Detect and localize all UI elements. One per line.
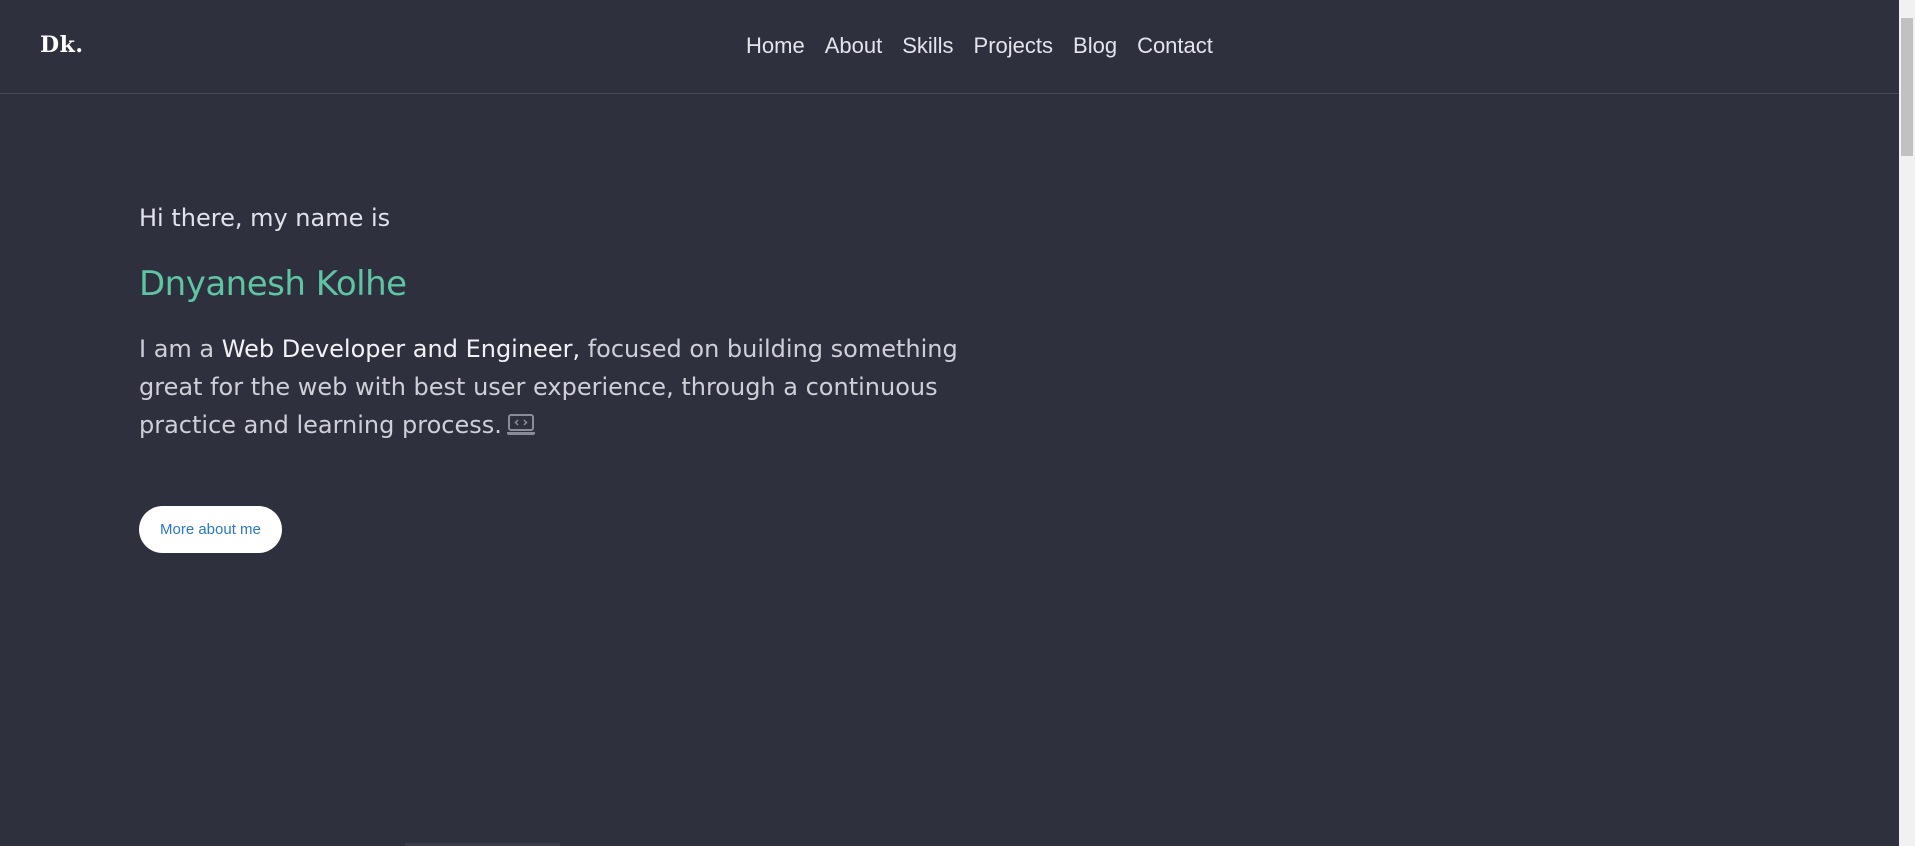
- more-about-me-button[interactable]: More about me: [139, 506, 282, 553]
- hero-section: Hi there, my name is Dnyanesh Kolhe I am…: [139, 200, 959, 553]
- hero-intro: I am a Web Developer and Engineer, focus…: [139, 330, 959, 448]
- intro-highlight: Web Developer and Engineer,: [221, 335, 581, 363]
- hero-greeting: Hi there, my name is: [139, 204, 391, 232]
- nav-link-about[interactable]: About: [825, 32, 883, 60]
- nav-link-skills[interactable]: Skills: [902, 32, 953, 60]
- intro-prefix: I am a: [139, 335, 222, 363]
- site-logo[interactable]: Dk.: [40, 32, 83, 58]
- nav-link-blog[interactable]: Blog: [1073, 32, 1117, 60]
- navbar: Dk. Home About Skills Projects Blog Cont…: [0, 0, 1899, 94]
- page-scrollbar[interactable]: [1899, 0, 1915, 846]
- hero-name: Dnyanesh Kolhe: [139, 264, 407, 304]
- nav-links: Home About Skills Projects Blog Contact: [746, 32, 1213, 60]
- nav-link-home[interactable]: Home: [746, 32, 805, 60]
- scrollbar-thumb[interactable]: [1901, 18, 1913, 156]
- nav-link-projects[interactable]: Projects: [974, 32, 1053, 60]
- nav-link-contact[interactable]: Contact: [1137, 32, 1213, 60]
- laptop-code-icon: [506, 410, 536, 448]
